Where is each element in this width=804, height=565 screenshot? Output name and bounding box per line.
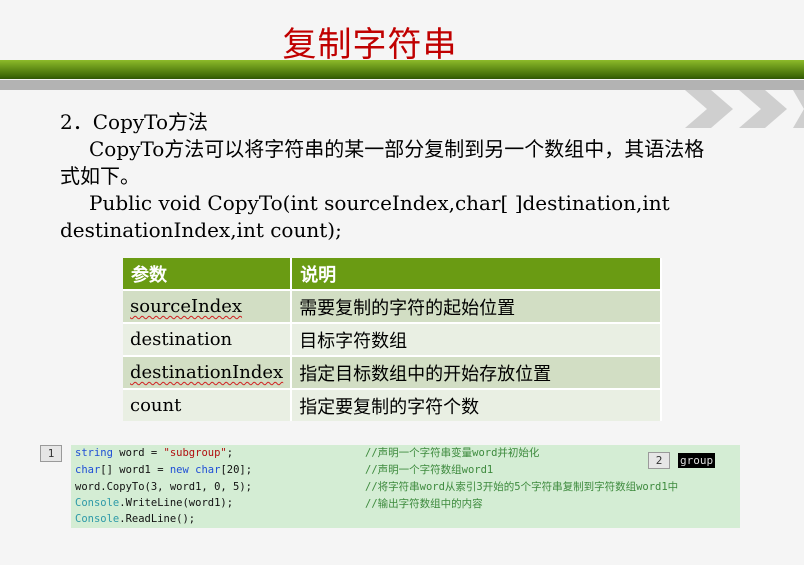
code-comment: //声明一个字符数组word1 bbox=[365, 464, 494, 476]
code-number-badge: 1 bbox=[40, 445, 62, 462]
code-comment: //声明一个字符串变量word并初始化 bbox=[365, 447, 540, 459]
param-desc: 目标字符数组 bbox=[291, 322, 662, 356]
param-name: sourceIndex bbox=[123, 289, 293, 323]
table-row: destination 目标字符数组 bbox=[123, 322, 662, 356]
console-output: group bbox=[678, 453, 716, 468]
header-band bbox=[0, 60, 804, 79]
param-desc: 指定目标数组中的开始存放位置 bbox=[291, 355, 662, 389]
output-number-badge: 2 bbox=[648, 452, 670, 469]
param-name: destination bbox=[123, 322, 293, 356]
param-name: destinationIndex bbox=[123, 355, 293, 389]
table-header-param: 参数 bbox=[123, 258, 293, 290]
table-row: destinationIndex 指定目标数组中的开始存放位置 bbox=[123, 355, 662, 389]
param-desc: 指定要复制的字符个数 bbox=[291, 388, 662, 421]
table-row: sourceIndex 需要复制的字符的起始位置 bbox=[123, 289, 662, 323]
code-line: Console.WriteLine(word1); bbox=[75, 497, 234, 509]
code-comment: //将字符串word从索引3开始的5个字符串复制到字符数组word1中 bbox=[365, 481, 679, 493]
slide-title: 复制字符串 bbox=[282, 25, 458, 65]
syntax-line-cont: destinationIndex,int count); bbox=[60, 218, 342, 242]
syntax-line: Public void CopyTo(int sourceIndex,char[… bbox=[89, 191, 670, 215]
code-line: word.CopyTo(3, word1, 0, 5); bbox=[75, 481, 253, 493]
code-line: Console.ReadLine(); bbox=[75, 513, 196, 525]
description-line: CopyTo方法可以将字符串的某一部分复制到另一个数组中，其语法格 bbox=[89, 137, 705, 161]
parameter-table: 参数 说明 sourceIndex 需要复制的字符的起始位置 destinati… bbox=[123, 258, 662, 421]
param-desc: 需要复制的字符的起始位置 bbox=[291, 289, 662, 323]
section-heading: 2．CopyTo方法 bbox=[60, 110, 208, 134]
table-header-desc: 说明 bbox=[291, 258, 662, 290]
param-name: count bbox=[123, 388, 293, 421]
header-gray-band bbox=[0, 80, 804, 90]
description-line-cont: 式如下。 bbox=[60, 164, 140, 188]
table-row: count 指定要复制的字符个数 bbox=[123, 388, 662, 421]
code-comment: //输出字符数组中的内容 bbox=[365, 498, 483, 510]
code-line: char[] word1 = new char[20]; bbox=[75, 464, 253, 476]
code-panel: string word = "subgroup"; char[] word1 =… bbox=[71, 445, 740, 528]
content-text: 2．CopyTo方法 CopyTo方法可以将字符串的某一部分复制到另一个数组中，… bbox=[60, 109, 780, 244]
code-line: string word = "subgroup"; bbox=[75, 447, 234, 459]
